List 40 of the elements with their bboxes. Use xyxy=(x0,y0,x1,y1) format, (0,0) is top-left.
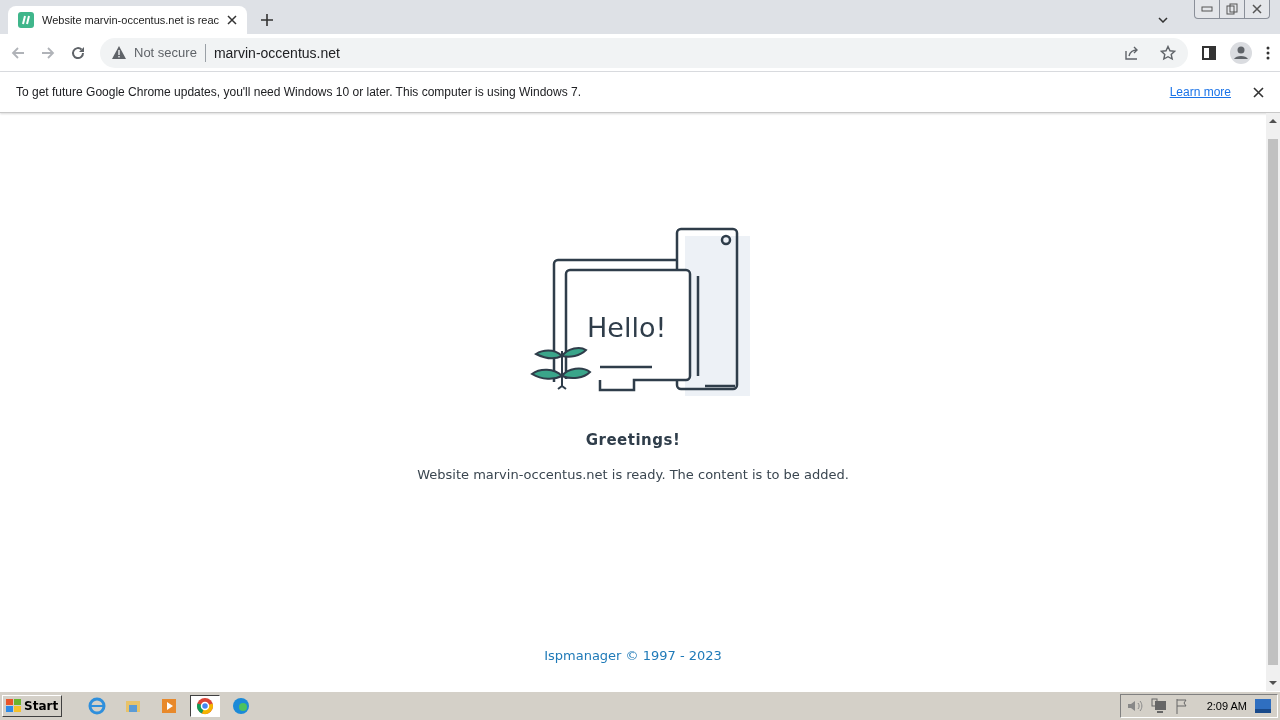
chevron-down-icon[interactable] xyxy=(1158,17,1168,23)
url-text: marvin-occentus.net xyxy=(213,44,341,61)
warning-icon xyxy=(112,46,126,59)
reload-icon[interactable] xyxy=(70,44,86,61)
logo-icon xyxy=(6,699,22,713)
page-message: Website marvin-occentus.net is ready. The content is to be added. xyxy=(417,467,849,482)
tab-title: Website marvin-occentus.net is reac xyxy=(42,14,220,26)
profile-icon[interactable] xyxy=(1230,41,1252,64)
flag-icon[interactable] xyxy=(1174,698,1189,714)
scrollbar[interactable] xyxy=(1266,113,1280,691)
restore-icon[interactable] xyxy=(1226,3,1238,15)
browser-icon xyxy=(88,697,107,715)
star-icon[interactable] xyxy=(1160,44,1176,61)
close-icon[interactable] xyxy=(227,15,238,25)
hello-text: Hello! xyxy=(587,312,667,343)
edge-icon xyxy=(232,697,251,715)
scrollbar-thumb[interactable] xyxy=(1268,139,1278,665)
footer-link[interactable]: Ispmanager © 1997 - 2023 xyxy=(544,648,722,663)
infobar-message: To get future Google Chrome updates, you'll need Windows 10 or later. This computer is using Windows 7. xyxy=(16,85,583,99)
play-icon xyxy=(161,698,178,714)
down-arrow-icon[interactable] xyxy=(1269,681,1277,686)
learn-more-link[interactable]: Learn more xyxy=(1169,85,1231,99)
new-tab-icon[interactable] xyxy=(261,14,274,26)
address-bar[interactable]: Not secure marvin-occentus.net xyxy=(100,37,1188,68)
browser-tab[interactable]: Website marvin-occentus.net is reac xyxy=(8,6,248,34)
close-icon[interactable] xyxy=(1253,86,1264,98)
page-heading: Greetings! xyxy=(585,431,681,449)
security-label: Not secure xyxy=(134,45,197,60)
network-icon[interactable] xyxy=(1150,698,1167,714)
share-icon[interactable] xyxy=(1124,44,1140,61)
menu-icon[interactable] xyxy=(1266,45,1270,60)
start-button[interactable]: Start xyxy=(2,695,63,717)
side-panel-icon[interactable] xyxy=(1202,45,1216,60)
taskbar-app-button[interactable] xyxy=(190,695,221,717)
clock-text: 2:09 AM xyxy=(1206,700,1247,712)
chrome-icon xyxy=(196,697,215,715)
minimize-icon[interactable] xyxy=(1201,6,1213,12)
up-arrow-icon[interactable] xyxy=(1269,118,1277,123)
close-icon[interactable] xyxy=(1251,3,1263,15)
site-icon xyxy=(18,12,34,28)
